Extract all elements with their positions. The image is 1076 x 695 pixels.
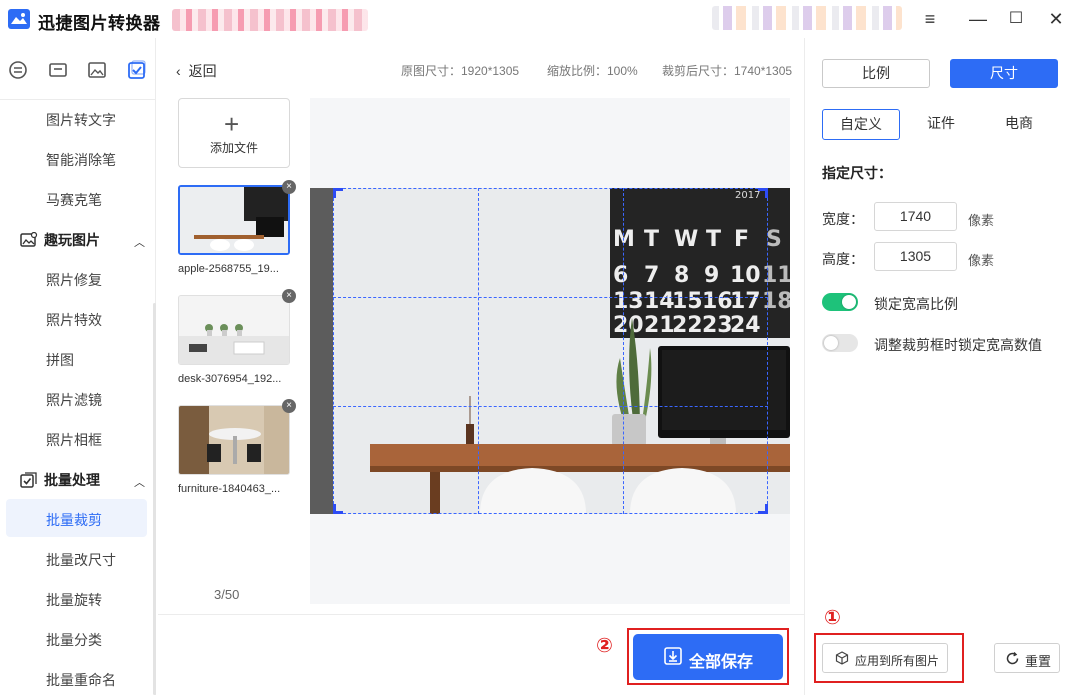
height-input[interactable]: 1305 — [874, 242, 957, 271]
sidebar-item-photo-frame[interactable]: 照片相框 — [46, 430, 102, 450]
thumbnail-furniture[interactable] — [178, 405, 290, 475]
crop-grid-line — [623, 188, 624, 514]
svg-text:S: S — [766, 227, 782, 252]
crop-handle-bottom-left[interactable] — [333, 504, 343, 514]
thumbnail-desk[interactable] — [178, 295, 290, 365]
lock-ratio-toggle[interactable] — [822, 293, 858, 311]
sidebar-item-smart-eraser[interactable]: 智能消除笔 — [46, 150, 116, 170]
sidebar-item-batch-rotate[interactable]: 批量旋转 — [46, 590, 102, 610]
remove-thumbnail-icon[interactable]: × — [282, 399, 296, 413]
batch-icon — [20, 472, 37, 488]
menu-icon[interactable]: ≡ — [918, 7, 942, 31]
annotation-marker-1: ① — [824, 607, 841, 629]
batch-check-icon[interactable] — [127, 60, 147, 80]
subtab-ecommerce[interactable]: 电商 — [990, 109, 1048, 140]
toggle-knob — [824, 336, 838, 350]
apply-to-all-label: 应用到所有图片 — [855, 654, 940, 668]
thumbnail-name: desk-3076954_192... — [178, 373, 282, 385]
chevron-left-icon: ‹ — [176, 63, 181, 79]
crop-handle-top-right[interactable] — [758, 188, 768, 198]
image-counter: 3/50 — [214, 587, 240, 602]
sidebar-item-batch-resize[interactable]: 批量改尺寸 — [46, 550, 116, 570]
crop-handle-top-left[interactable] — [333, 188, 343, 198]
cropped-size: 裁剪后尺寸：1740*1305 — [662, 64, 793, 78]
lock-values-toggle[interactable] — [822, 334, 858, 352]
apply-to-all-button[interactable]: 应用到所有图片 — [822, 643, 948, 673]
reset-label: 重置 — [1025, 654, 1052, 669]
chevron-up-icon[interactable]: ︿ — [134, 474, 145, 490]
sidebar-group-batch[interactable]: 批量处理 — [20, 470, 100, 490]
redacted-user-info — [172, 9, 368, 31]
sidebar-item-image-to-text[interactable]: 图片转文字 — [46, 110, 116, 130]
image-icon[interactable] — [87, 60, 107, 80]
sidebar-item-photo-repair[interactable]: 照片修复 — [46, 270, 102, 290]
crop-grid-line — [333, 406, 768, 407]
sidebar-item-batch-classify[interactable]: 批量分类 — [46, 630, 102, 650]
remove-thumbnail-icon[interactable]: × — [282, 180, 296, 194]
maximize-icon[interactable]: ☐ — [1004, 7, 1028, 31]
height-label: 高度： — [822, 251, 864, 267]
thumbnail-image — [179, 296, 289, 364]
refresh-icon — [1006, 651, 1019, 665]
cube-icon — [835, 651, 849, 665]
lock-values-label: 调整裁剪框时锁定宽高数值 — [874, 337, 1042, 353]
crop-grid-line — [478, 188, 479, 514]
width-input[interactable]: 1740 — [874, 202, 957, 231]
zoom-level: 缩放比例：100% — [547, 64, 638, 78]
bottom-divider — [158, 614, 804, 615]
reset-button[interactable]: 重置 — [994, 643, 1060, 673]
sidebar-item-collage[interactable]: 拼图 — [46, 350, 74, 370]
sidebar-item-batch-rename[interactable]: 批量重命名 — [46, 670, 116, 690]
redacted-account-status — [712, 6, 902, 30]
back-button[interactable]: ‹ 返回 — [176, 61, 217, 81]
tab-ratio[interactable]: 比例 — [822, 59, 930, 88]
title-bar: 迅捷图片转换器 ≡ — ☐ ✕ — [0, 0, 1076, 38]
save-all-button[interactable]: 全部保存 — [633, 634, 783, 680]
app-logo-icon — [8, 9, 30, 29]
toggle-knob — [842, 295, 856, 309]
back-label: 返回 — [188, 63, 217, 79]
add-file-label: 添加文件 — [209, 141, 258, 155]
sidebar-item-photo-filter[interactable]: 照片滤镜 — [46, 390, 102, 410]
thumbnail-apple[interactable] — [178, 185, 290, 255]
group-label: 趣玩图片 — [44, 232, 100, 248]
layout-icon[interactable] — [48, 60, 68, 80]
subtab-custom[interactable]: 自定义 — [822, 109, 900, 140]
convert-icon[interactable] — [8, 60, 28, 80]
plus-icon: + — [224, 109, 240, 139]
subtab-id-photo[interactable]: 证件 — [912, 109, 970, 140]
minimize-icon[interactable]: — — [966, 7, 990, 31]
download-icon — [664, 647, 682, 665]
fun-image-icon — [20, 232, 38, 247]
sidebar-item-mosaic-pen[interactable]: 马赛克笔 — [46, 190, 102, 210]
thumbnail-name: apple-2568755_19... — [178, 263, 279, 275]
thumbnail-image — [179, 406, 289, 474]
width-unit: 像素 — [968, 213, 995, 228]
section-title: 指定尺寸： — [822, 165, 892, 181]
sidebar-item-batch-crop[interactable]: 批量裁剪 — [46, 510, 102, 530]
remove-thumbnail-icon[interactable]: × — [282, 289, 296, 303]
save-all-label: 全部保存 — [689, 654, 754, 671]
sidebar-group-fun-images[interactable]: 趣玩图片 — [20, 230, 100, 250]
crop-grid-line — [333, 297, 768, 298]
tab-size[interactable]: 尺寸 — [950, 59, 1058, 88]
thumbnail-image — [180, 187, 288, 253]
thumbnail-name: furniture-1840463_... — [178, 483, 281, 495]
annotation-marker-2: ② — [596, 635, 613, 657]
crop-handle-bottom-right[interactable] — [758, 504, 768, 514]
original-size: 原图尺寸：1920*1305 — [401, 64, 520, 78]
group-label: 批量处理 — [44, 472, 100, 488]
close-icon[interactable]: ✕ — [1044, 7, 1068, 31]
chevron-up-icon[interactable]: ︿ — [134, 234, 145, 250]
sidebar-top-icons — [0, 38, 156, 100]
app-title: 迅捷图片转换器 — [38, 14, 161, 33]
sidebar: 图片转文字 智能消除笔 马赛克笔 趣玩图片 ︿ 照片修复 照片特效 拼图 照片滤… — [0, 38, 156, 695]
height-unit: 像素 — [968, 253, 995, 268]
lock-ratio-label: 锁定宽高比例 — [874, 296, 958, 312]
sidebar-scrollbar[interactable] — [153, 303, 156, 695]
sidebar-item-photo-effects[interactable]: 照片特效 — [46, 310, 102, 330]
width-label: 宽度： — [822, 211, 864, 227]
crop-box[interactable] — [333, 188, 768, 514]
add-file-button[interactable]: + 添加文件 — [178, 98, 290, 168]
